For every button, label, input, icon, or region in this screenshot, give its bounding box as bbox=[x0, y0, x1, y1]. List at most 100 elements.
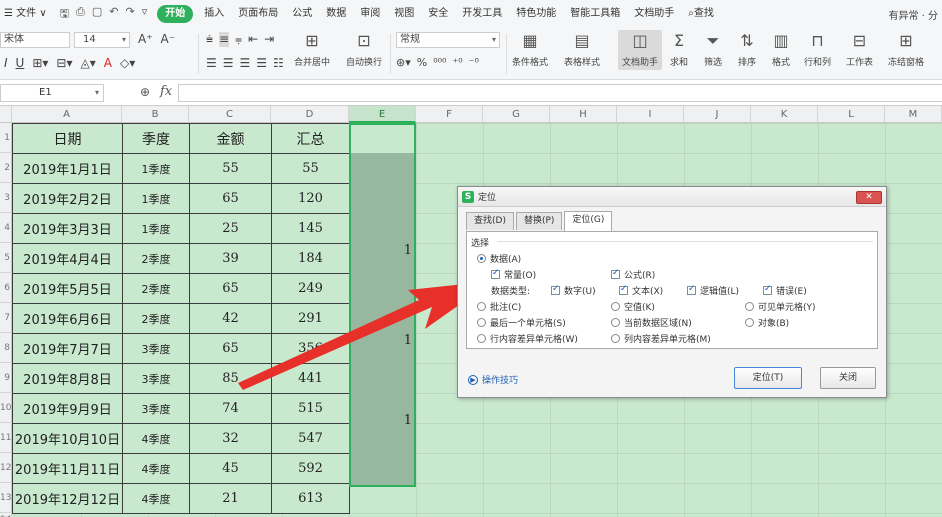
amount-cell[interactable]: 42 bbox=[189, 303, 272, 334]
cell-e11[interactable]: 1 bbox=[392, 413, 412, 428]
row-header[interactable]: 1 bbox=[0, 123, 12, 153]
align-left-icon[interactable]: ☰ bbox=[206, 56, 217, 70]
filter-button[interactable]: ⏷ 筛选 bbox=[702, 30, 724, 68]
thousands-icon[interactable]: ⁰⁰⁰ bbox=[433, 56, 446, 69]
indent-left-icon[interactable]: ⇤ bbox=[248, 32, 258, 47]
quarter-cell[interactable]: 3季度 bbox=[122, 333, 190, 364]
tab-smart-toolbox[interactable]: 智能工具箱 bbox=[563, 0, 627, 28]
currency-icon[interactable]: ⊛▾ bbox=[396, 56, 411, 69]
amount-cell[interactable]: 45 bbox=[189, 453, 272, 484]
total-cell[interactable]: 184 bbox=[271, 243, 350, 274]
worksheet-button[interactable]: ⊟ 工作表 bbox=[846, 30, 873, 68]
row-header[interactable]: 9 bbox=[0, 363, 12, 393]
search-menu[interactable]: ⌕查找 bbox=[681, 0, 721, 28]
eraser-icon[interactable]: ◇▾ bbox=[120, 56, 135, 70]
zoom-icon[interactable]: ⊕ bbox=[140, 85, 150, 99]
tab-doc-helper[interactable]: 文档助手 bbox=[627, 0, 681, 28]
column-header-e[interactable]: E bbox=[349, 106, 416, 123]
amount-cell[interactable]: 85 bbox=[189, 363, 272, 394]
total-cell[interactable]: 613 bbox=[271, 483, 350, 514]
date-cell[interactable]: 2019年10月10日 bbox=[12, 423, 123, 454]
align-top-icon[interactable]: ⩧ bbox=[206, 32, 213, 47]
selected-column-e[interactable]: 1 1 1 bbox=[349, 123, 416, 487]
date-cell[interactable]: 2019年3月3日 bbox=[12, 213, 123, 244]
sort-button[interactable]: ⇅ 排序 bbox=[736, 30, 758, 68]
checkbox-number[interactable]: 数字(U) bbox=[551, 284, 596, 297]
radio-visible-cells[interactable]: 可见单元格(Y) bbox=[745, 300, 816, 313]
align-right-icon[interactable]: ☰ bbox=[240, 56, 251, 70]
radio-object[interactable]: 对象(B) bbox=[745, 316, 789, 329]
amount-cell[interactable]: 74 bbox=[189, 393, 272, 424]
chevron-down-icon[interactable]: ▿ bbox=[142, 5, 148, 24]
date-cell[interactable]: 2019年4月4日 bbox=[12, 243, 123, 274]
preview-icon[interactable]: ▢ bbox=[92, 5, 102, 24]
increase-decimal-icon[interactable]: ⁺⁰ bbox=[452, 56, 462, 69]
total-cell[interactable]: 441 bbox=[271, 363, 350, 394]
font-size-select[interactable]: 14 ▾ bbox=[74, 32, 130, 48]
quarter-cell[interactable]: 4季度 bbox=[122, 483, 190, 514]
tab-features[interactable]: 特色功能 bbox=[509, 0, 563, 28]
quarter-cell[interactable]: 3季度 bbox=[122, 363, 190, 394]
checkbox-formula[interactable]: 公式(R) bbox=[611, 268, 655, 281]
format-button[interactable]: ▥ 格式 bbox=[770, 30, 792, 68]
freeze-panes-button[interactable]: ⊞ 冻结窗格 bbox=[888, 30, 924, 68]
column-header-b[interactable]: B bbox=[122, 106, 189, 123]
amount-cell[interactable]: 39 bbox=[189, 243, 272, 274]
date-cell[interactable]: 2019年12月12日 bbox=[12, 483, 123, 514]
checkbox-logical[interactable]: 逻辑值(L) bbox=[687, 284, 739, 297]
italic-icon[interactable]: I bbox=[4, 56, 8, 70]
date-cell[interactable]: 2019年7月7日 bbox=[12, 333, 123, 364]
date-cell[interactable]: 2019年9月9日 bbox=[12, 393, 123, 424]
row-header[interactable]: 3 bbox=[0, 183, 12, 213]
total-cell[interactable]: 249 bbox=[271, 273, 350, 304]
function-icon[interactable]: fx bbox=[160, 84, 172, 99]
column-header-a[interactable]: A bbox=[12, 106, 122, 123]
tips-link[interactable]: ▶ 操作技巧 bbox=[468, 373, 518, 386]
row-header[interactable]: 8 bbox=[0, 333, 12, 363]
amount-cell[interactable]: 55 bbox=[189, 153, 272, 184]
cell-e8[interactable]: 1 bbox=[392, 333, 412, 348]
quarter-cell[interactable]: 3季度 bbox=[122, 393, 190, 424]
checkbox-constant[interactable]: 常量(O) bbox=[491, 268, 536, 281]
tab-start[interactable]: 开始 bbox=[157, 5, 194, 23]
quarter-cell[interactable]: 1季度 bbox=[122, 183, 190, 214]
row-col-button[interactable]: ⊓ 行和列 bbox=[804, 30, 831, 68]
tab-replace[interactable]: 替换(P) bbox=[515, 212, 563, 230]
decrease-decimal-icon[interactable]: ⁻⁰ bbox=[469, 56, 479, 69]
cloud-status[interactable]: 有异常 · 分 bbox=[888, 7, 938, 22]
tab-formula[interactable]: 公式 bbox=[285, 0, 319, 28]
column-header-d[interactable]: D bbox=[271, 106, 349, 123]
radio-blank[interactable]: 空值(K) bbox=[611, 300, 655, 313]
sum-button[interactable]: Σ 求和 bbox=[668, 30, 690, 68]
date-cell[interactable]: 2019年1月1日 bbox=[12, 153, 123, 184]
conditional-format-button[interactable]: ▦ 条件格式 bbox=[512, 30, 548, 68]
row-header[interactable]: 10 bbox=[0, 393, 12, 423]
row-header[interactable]: 7 bbox=[0, 303, 12, 333]
tab-data[interactable]: 数据 bbox=[319, 0, 353, 28]
checkbox-error[interactable]: 错误(E) bbox=[763, 284, 807, 297]
distribute-icon[interactable]: ☷ bbox=[273, 56, 284, 70]
header-cell[interactable]: 汇总 bbox=[271, 123, 350, 154]
amount-cell[interactable]: 65 bbox=[189, 183, 272, 214]
total-cell[interactable]: 547 bbox=[271, 423, 350, 454]
radio-data[interactable]: 数据(A) bbox=[477, 252, 521, 265]
row-header[interactable]: 4 bbox=[0, 213, 12, 243]
dialog-titlebar[interactable]: S 定位 bbox=[458, 187, 886, 207]
tab-view[interactable]: 视图 bbox=[387, 0, 421, 28]
file-menu[interactable]: ☰ 文件 ∨ bbox=[0, 0, 54, 28]
quarter-cell[interactable]: 1季度 bbox=[122, 153, 190, 184]
tab-goto[interactable]: 定位(G) bbox=[564, 211, 613, 231]
row-header[interactable]: 12 bbox=[0, 453, 12, 483]
amount-cell[interactable]: 65 bbox=[189, 273, 272, 304]
header-cell[interactable]: 金额 bbox=[189, 123, 272, 154]
percent-icon[interactable]: % bbox=[417, 56, 427, 69]
font-name-select[interactable]: 宋体 bbox=[0, 32, 70, 48]
tab-developer[interactable]: 开发工具 bbox=[455, 0, 509, 28]
merge-center-button[interactable]: ⊞ 合并居中 bbox=[294, 30, 330, 68]
table-style-button[interactable]: ▤ 表格样式 bbox=[564, 30, 600, 68]
tab-find[interactable]: 查找(D) bbox=[466, 212, 514, 230]
column-header-h[interactable]: H bbox=[550, 106, 617, 123]
number-format-select[interactable]: 常规 ▾ bbox=[396, 32, 500, 48]
align-bottom-icon[interactable]: ⩦ bbox=[235, 32, 242, 47]
print-icon[interactable]: ⎙ bbox=[76, 5, 85, 24]
